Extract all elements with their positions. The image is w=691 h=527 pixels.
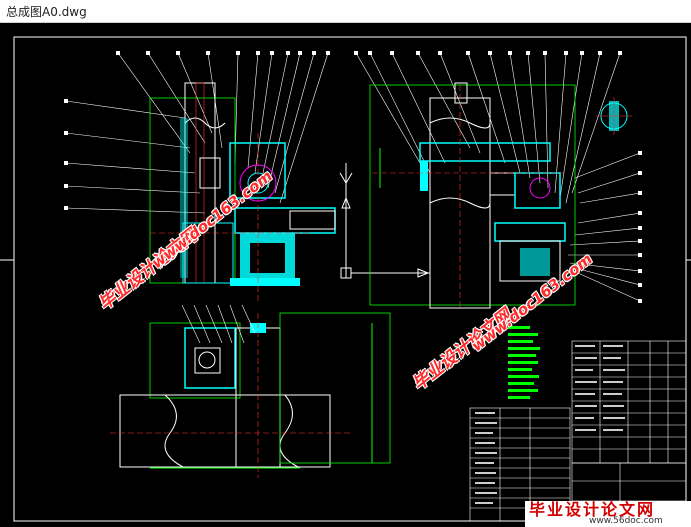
drawing-canvas[interactable]: 毕业设计论文网 www.doc163.com 毕业设计论文网 www.doc16… [0, 23, 691, 527]
cad-drawing [0, 36, 691, 522]
leader-lines-right [568, 152, 641, 302]
brand-logo: 毕业设计论文网 www.56doc.com [525, 501, 691, 527]
bottom-plan-view [110, 312, 391, 478]
table-text-marks [475, 345, 625, 504]
brand-name: 毕业设计论文网 [529, 500, 656, 519]
leader-lines-top [117, 52, 621, 204]
window-title: 总成图A0.dwg [6, 4, 87, 19]
right-section-view [369, 82, 576, 309]
technical-notes [508, 326, 540, 399]
cad-window: 总成图A0.dwg 毕业设计论文网 www.doc163.com 毕业设计论文网… [0, 0, 691, 527]
leader-dots-right [638, 151, 642, 303]
brand-url: www.56doc.com [589, 516, 663, 526]
detail-view [596, 97, 632, 135]
leader-dots-top [116, 51, 622, 55]
leader-dots-left [64, 99, 68, 210]
ucs-icon [339, 163, 430, 279]
leader-lines-bottom [181, 304, 256, 344]
title-bar: 总成图A0.dwg [0, 0, 691, 23]
